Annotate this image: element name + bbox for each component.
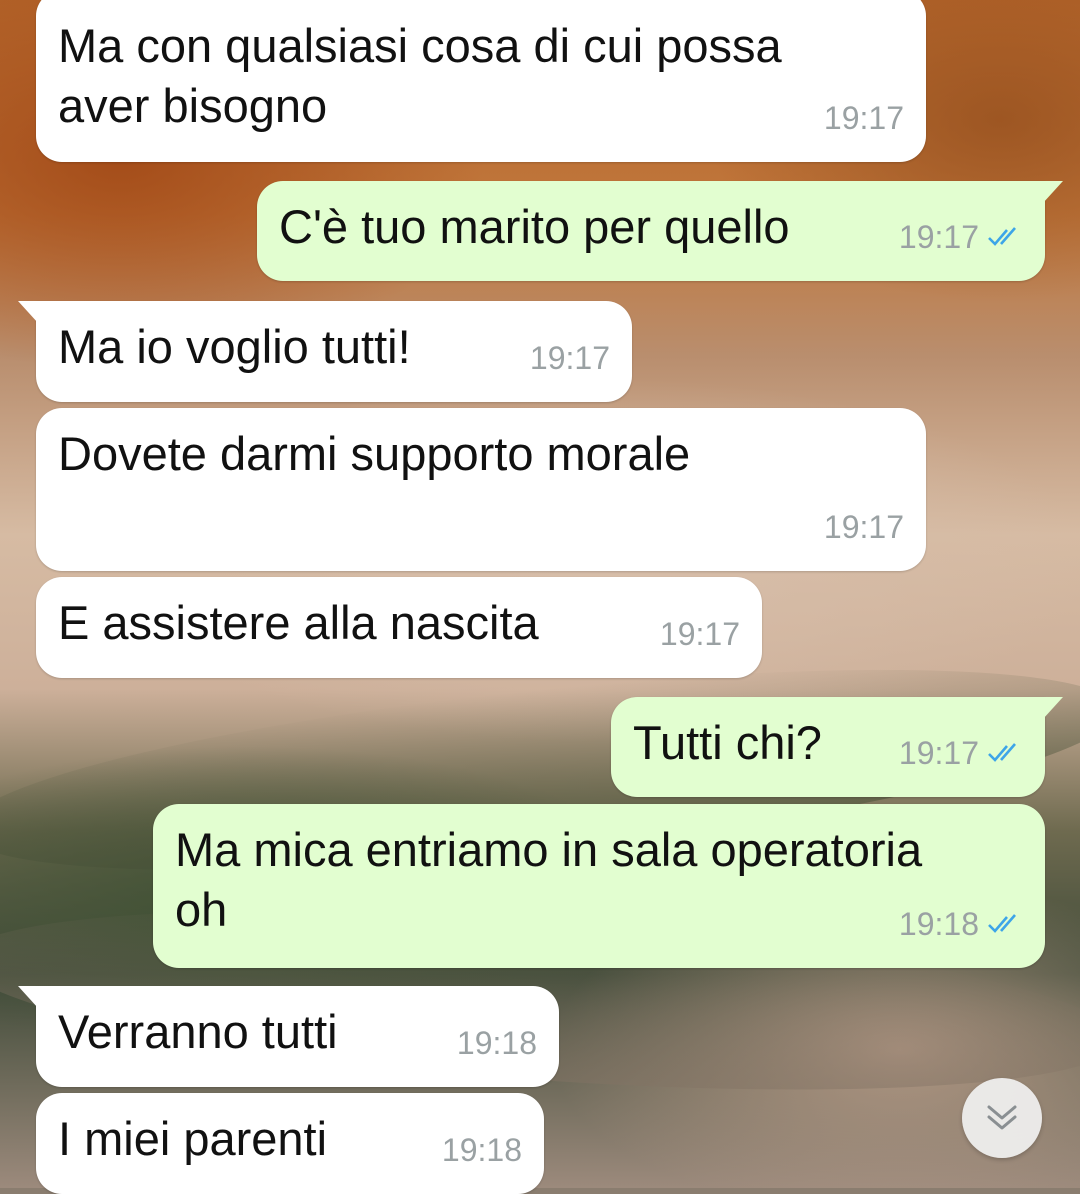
message-meta: 19:18: [457, 1013, 537, 1073]
message-meta: 19:17: [899, 207, 1023, 267]
message-text: Dovete darmi supporto morale: [58, 427, 691, 480]
message-text: Ma io voglio tutti!: [58, 320, 411, 373]
message-bubble-incoming[interactable]: E assistere alla nascita 19:17: [36, 577, 762, 678]
message-bubble-incoming[interactable]: Ma con qualsiasi cosa di cui possa aver …: [36, 0, 926, 162]
message-meta: 19:17: [824, 497, 904, 557]
message-meta: 19:17: [824, 88, 904, 148]
message-bubble-outgoing[interactable]: Ma mica entriamo in sala operatoria oh 1…: [153, 804, 1045, 968]
message-meta: 19:17: [530, 328, 610, 388]
scroll-to-bottom-button[interactable]: [962, 1078, 1042, 1158]
message-time: 19:18: [441, 1132, 522, 1168]
read-receipt-icon: [988, 743, 1016, 762]
message-time: 19:17: [823, 100, 904, 136]
message-meta: 19:17: [660, 604, 740, 664]
message-bubble-incoming[interactable]: I miei parenti 19:18: [36, 1093, 544, 1194]
message-time: 19:18: [898, 906, 979, 942]
message-time: 19:17: [898, 735, 979, 771]
message-bubble-incoming[interactable]: Dovete darmi supporto morale 19:17: [36, 408, 926, 571]
message-text: Ma con qualsiasi cosa di cui possa aver …: [58, 19, 782, 132]
message-bubble-outgoing[interactable]: Tutti chi? 19:17: [611, 697, 1063, 797]
message-time: 19:17: [898, 219, 979, 255]
message-time: 19:17: [529, 340, 610, 376]
chevron-double-down-icon: [987, 1105, 1017, 1130]
message-bubble-incoming[interactable]: Verranno tutti 19:18: [18, 986, 559, 1087]
message-time: 19:17: [659, 616, 740, 652]
message-bubble-outgoing[interactable]: C'è tuo marito per quello 19:17: [257, 181, 1063, 281]
message-meta: 19:17: [899, 723, 1023, 783]
read-receipt-icon: [988, 227, 1016, 246]
message-bubble-incoming[interactable]: Ma io voglio tutti! 19:17: [18, 301, 632, 402]
message-meta: 19:18: [442, 1120, 522, 1180]
message-time: 19:18: [456, 1025, 537, 1061]
read-receipt-icon: [988, 914, 1016, 933]
message-meta: 19:18: [899, 894, 1023, 954]
message-time: 19:17: [823, 509, 904, 545]
message-text: Ma mica entriamo in sala operatoria oh: [175, 823, 923, 936]
message-text: E assistere alla nascita: [58, 596, 539, 649]
